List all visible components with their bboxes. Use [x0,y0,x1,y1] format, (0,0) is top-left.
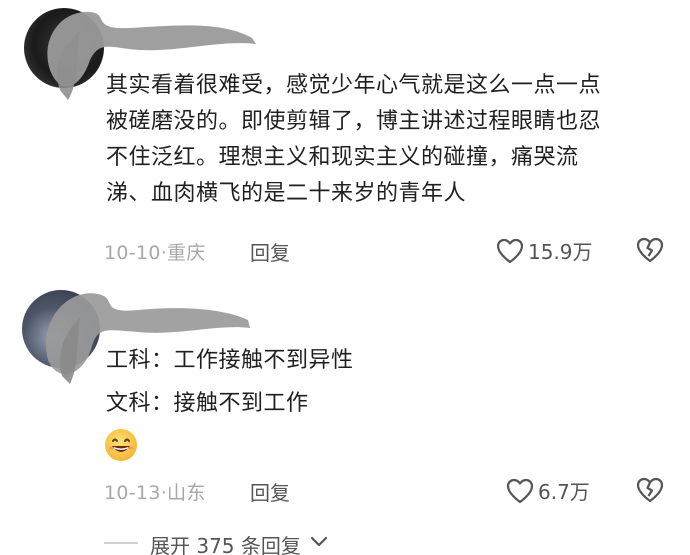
comment-thread: 其实看着很难受，感觉少年心气就是这么一点一点 被磋磨没的。即使剪辑了，博主讲述过… [0,0,690,555]
heart-outline-icon [506,478,534,504]
comment-meta: 10-13·山东 [104,482,206,504]
comment-item: 工科：工作接触不到异性 文科：接触不到工作 10-13·山东 回复 6.7万 [0,0,690,520]
expand-replies-label: 展开 375 条回复 [150,534,301,555]
like-button[interactable]: 6.7万 [506,476,590,505]
grinning-face-emoji [104,428,138,462]
comment-line: 工科：工作接触不到异性 [106,348,354,373]
expand-replies-button[interactable]: 展开 375 条回复 [0,528,690,555]
chevron-down-icon [310,534,328,553]
broken-heart-outline-icon[interactable] [636,477,664,503]
like-count: 6.7万 [538,480,590,504]
reply-button[interactable]: 回复 [250,477,290,506]
comment-line: 文科：接触不到工作 [106,391,309,416]
divider [104,542,138,544]
